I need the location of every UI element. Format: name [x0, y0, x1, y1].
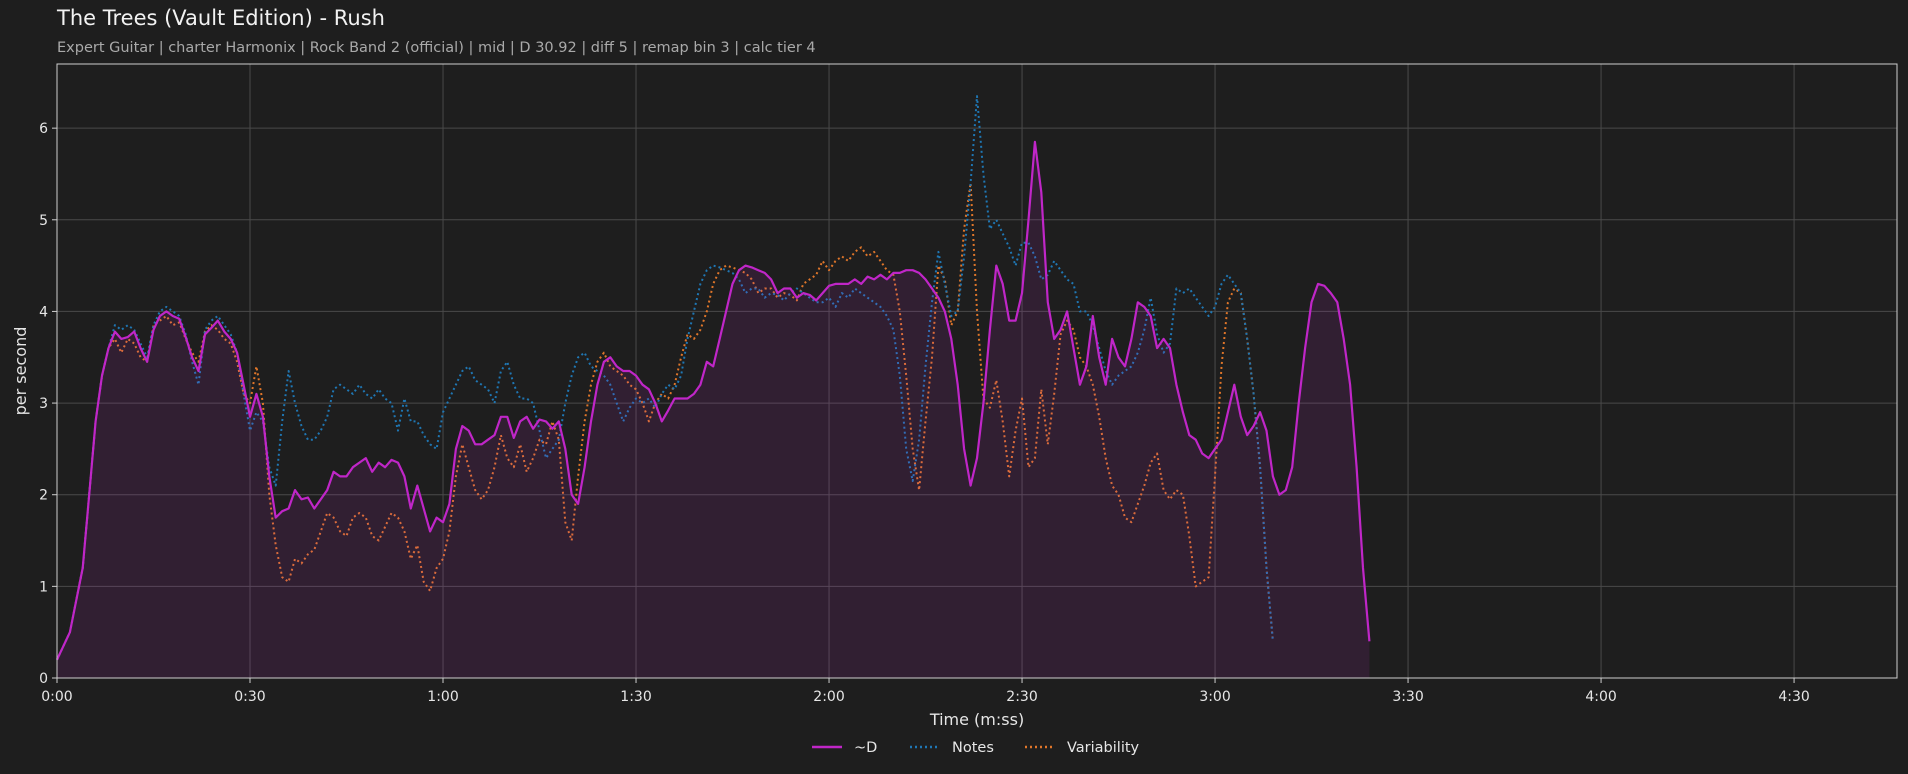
legend-label-variability: Variability	[1067, 740, 1140, 756]
y-tick-label: 0	[39, 671, 48, 687]
x-axis-ticks: 0:00 0:30 1:00 1:30 2:00 2:30 3:00 3:30 4:00 4:30	[41, 678, 1810, 705]
x-tick-label: 2:30	[1006, 689, 1037, 705]
y-tick-label: 5	[39, 213, 48, 229]
x-tick-label: 3:00	[1199, 689, 1230, 705]
x-tick-label: 4:00	[1585, 689, 1616, 705]
y-tick-label: 4	[39, 304, 48, 320]
legend-label-d: ~D	[854, 740, 877, 756]
x-tick-label: 1:30	[620, 689, 651, 705]
chart-canvas: 0:00 0:30 1:00 1:30 2:00 2:30 3:00 3:30 4:00 4:30…	[11, 63, 1898, 756]
x-tick-label: 4:30	[1778, 689, 1809, 705]
y-axis-ticks: 0 1 2 3 4 5 6	[39, 121, 57, 687]
y-axis-label: per second	[11, 327, 30, 416]
x-tick-label: 0:30	[234, 689, 265, 705]
x-tick-label: 0:00	[41, 689, 72, 705]
x-tick-label: 3:30	[1392, 689, 1423, 705]
y-tick-label: 6	[39, 121, 48, 137]
legend-label-notes: Notes	[952, 740, 994, 756]
y-tick-label: 2	[39, 488, 48, 504]
x-tick-label: 2:00	[813, 689, 844, 705]
x-axis-label: Time (m:ss)	[929, 710, 1024, 729]
y-tick-label: 3	[39, 396, 48, 412]
legend: ~D Notes Variability	[812, 740, 1140, 756]
y-tick-label: 1	[39, 579, 48, 595]
x-tick-label: 1:00	[427, 689, 458, 705]
